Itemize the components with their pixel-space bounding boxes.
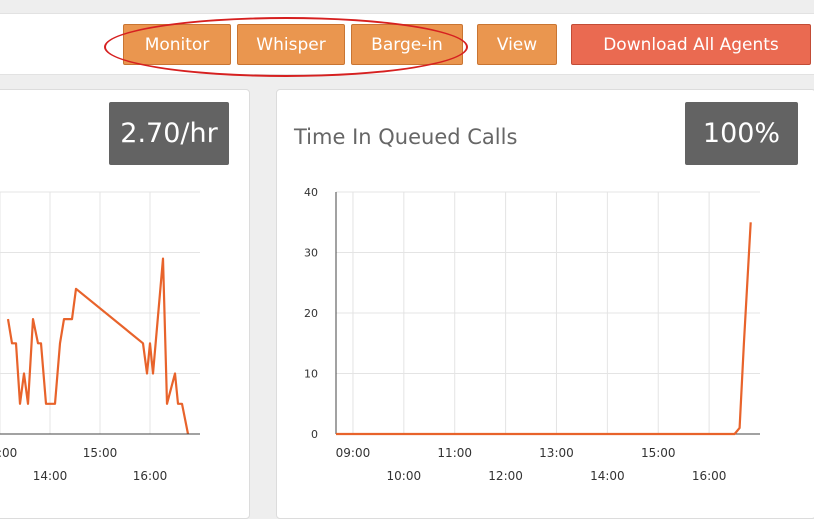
series-line bbox=[336, 222, 752, 436]
x-tick-label: 15:00 bbox=[641, 446, 676, 460]
y-tick-label: 40 bbox=[304, 186, 318, 199]
x-tick-label: 09:00 bbox=[336, 446, 371, 460]
y-tick-label: 20 bbox=[304, 307, 318, 320]
x-tick-label: 16:00 bbox=[692, 469, 727, 483]
y-tick-label: 0 bbox=[311, 428, 318, 441]
x-tick-label: 13:00 bbox=[539, 446, 574, 460]
x-tick-label: 12:00 bbox=[488, 469, 523, 483]
y-tick-label: 30 bbox=[304, 247, 318, 260]
y-tick-label: 10 bbox=[304, 368, 318, 381]
x-tick-label: 10:00 bbox=[387, 469, 422, 483]
right-line-chart: 0 10 20 30 40 09:00 11:00 13:00 15:00 10:00 12:00 1… bbox=[304, 186, 760, 483]
x-tick-label: 14:00 bbox=[590, 469, 625, 483]
x-tick-label: 11:00 bbox=[437, 446, 472, 460]
